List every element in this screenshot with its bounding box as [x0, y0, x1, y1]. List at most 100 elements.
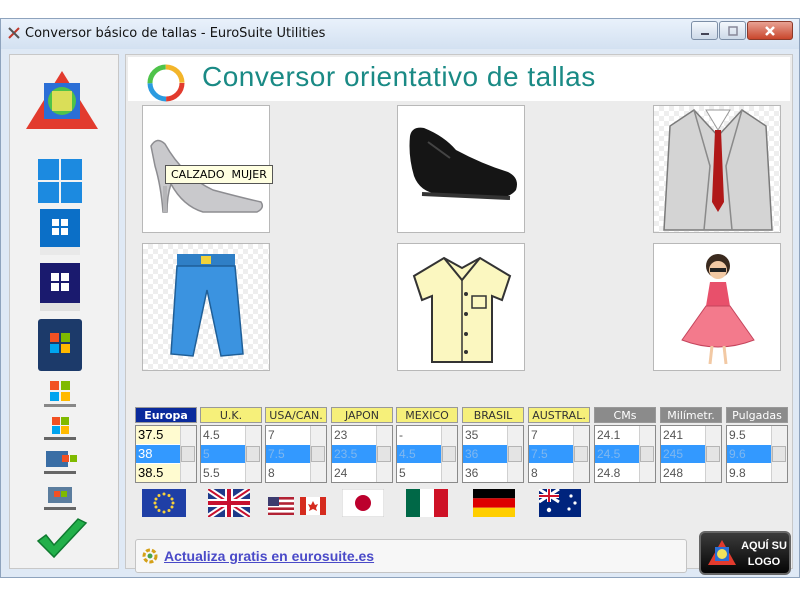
size-cell[interactable]: 24.8 [595, 464, 639, 482]
windows-10-icon[interactable] [38, 159, 82, 203]
size-list-milimetr[interactable]: 241 245 248 [660, 425, 722, 483]
col-header-brasil[interactable]: BRASIL [462, 407, 524, 423]
size-list-mexico[interactable]: - 4.5 5 [396, 425, 458, 483]
size-cell-selected[interactable]: 36 [463, 445, 507, 463]
tile-dress[interactable] [653, 243, 781, 371]
windows-7-compatible-icon[interactable] [38, 319, 82, 371]
scroll-thumb[interactable] [640, 446, 654, 462]
window-title: Conversor básico de tallas - EuroSuite U… [25, 26, 326, 41]
size-list-cms[interactable]: 24.1 24.5 24.8 [594, 425, 656, 483]
scroll-thumb[interactable] [181, 446, 195, 462]
checkmark-icon[interactable] [34, 517, 90, 561]
tools-icon [8, 27, 20, 39]
size-list-usa-can[interactable]: 7 7.5 8 [265, 425, 327, 483]
page-title: Conversor orientativo de tallas [202, 61, 596, 92]
size-cell[interactable]: 248 [661, 464, 705, 482]
size-cell[interactable]: 7 [266, 426, 310, 444]
size-cell[interactable]: 37.5 [136, 426, 180, 444]
col-header-uk[interactable]: U.K. [200, 407, 262, 423]
size-cell-selected[interactable]: 7.5 [266, 445, 310, 463]
close-icon [765, 25, 775, 36]
size-cell[interactable]: 4.5 [201, 426, 245, 444]
update-icon [142, 548, 158, 564]
size-cell[interactable]: - [397, 426, 441, 444]
size-cell[interactable]: 36 [463, 464, 507, 482]
windows-98-icon[interactable] [40, 485, 80, 515]
size-cell[interactable]: 24 [332, 464, 376, 482]
size-cell[interactable]: 23 [332, 426, 376, 444]
size-cell[interactable]: 5.5 [201, 464, 245, 482]
size-cell-selected[interactable]: 7.5 [529, 445, 573, 463]
size-cell[interactable]: 5 [397, 464, 441, 482]
size-cell[interactable]: 35 [463, 426, 507, 444]
update-link[interactable]: Actualiza gratis en eurosuite.es [164, 548, 374, 564]
app-logo-icon[interactable] [24, 69, 100, 133]
size-list-japon[interactable]: 23 23.5 24 [331, 425, 393, 483]
scroll-thumb[interactable] [246, 446, 260, 462]
scroll-thumb[interactable] [377, 446, 391, 462]
scroll-thumb[interactable] [706, 446, 720, 462]
col-header-milimetr[interactable]: Milímetr. [660, 407, 722, 423]
scroll-thumb[interactable] [508, 446, 522, 462]
tile-shirt[interactable] [397, 243, 525, 371]
size-cell[interactable]: 7 [529, 426, 573, 444]
size-cell[interactable]: 8 [529, 464, 573, 482]
shirt-icon [412, 256, 512, 363]
close-button[interactable] [747, 21, 793, 40]
col-header-mexico[interactable]: MEXICO [396, 407, 458, 423]
size-list-austral[interactable]: 7 7.5 8 [528, 425, 590, 483]
title-bar[interactable]: Conversor básico de tallas - EuroSuite U… [1, 19, 799, 49]
mexico-flag-icon[interactable] [406, 489, 448, 517]
tile-mens-shoes[interactable] [397, 105, 525, 233]
japan-flag-icon[interactable] [342, 489, 384, 517]
size-cell[interactable]: 38.5 [136, 464, 180, 482]
size-cell-selected[interactable]: 23.5 [332, 445, 376, 463]
col-mexico: MEXICO - 4.5 5 [396, 407, 458, 483]
col-header-pulgadas[interactable]: Pulgadas [726, 407, 788, 423]
scroll-thumb[interactable] [311, 446, 325, 462]
windows-8-compatible-icon[interactable] [40, 263, 80, 311]
custom-logo-button[interactable]: AQUÍ SU LOGO [699, 531, 791, 575]
col-header-cms[interactable]: CMs [594, 407, 656, 423]
maximize-icon [727, 25, 738, 36]
tile-suit[interactable] [653, 105, 781, 233]
size-cell-selected[interactable]: 4.5 [397, 445, 441, 463]
size-cell[interactable]: 24.1 [595, 426, 639, 444]
size-cell[interactable]: 241 [661, 426, 705, 444]
col-header-usa-can[interactable]: USA/CAN. [265, 407, 327, 423]
size-cell[interactable]: 9.8 [727, 464, 771, 482]
germany-flag-icon[interactable] [473, 489, 515, 517]
scroll-thumb[interactable] [574, 446, 588, 462]
uk-flag-icon[interactable] [208, 489, 250, 517]
size-cell[interactable]: 8 [266, 464, 310, 482]
size-list-brasil[interactable]: 35 36 36 [462, 425, 524, 483]
col-header-europa[interactable]: Europa [135, 407, 197, 423]
maximize-button[interactable] [719, 21, 746, 40]
col-austral: AUSTRAL. 7 7.5 8 [528, 407, 590, 483]
size-list-europa[interactable]: 37.5 38 38.5 [135, 425, 197, 483]
size-cell-selected[interactable]: 9.6 [727, 445, 771, 463]
usa-canada-flags-icon[interactable] [268, 493, 326, 521]
size-cell-selected[interactable]: 245 [661, 445, 705, 463]
col-header-japon[interactable]: JAPON [331, 407, 393, 423]
size-cell-selected[interactable]: 5 [201, 445, 245, 463]
windows-2000-icon[interactable] [40, 449, 80, 479]
header: Conversor orientativo de tallas [128, 57, 790, 102]
windows-10-compatible-icon[interactable] [40, 209, 80, 255]
size-cell[interactable]: 9.5 [727, 426, 771, 444]
minimize-icon [700, 32, 709, 35]
tile-jeans[interactable] [142, 243, 270, 371]
size-cell-selected[interactable]: 38 [136, 445, 180, 463]
scroll-thumb[interactable] [772, 446, 786, 462]
size-cell-selected[interactable]: 24.5 [595, 445, 639, 463]
scroll-thumb[interactable] [442, 446, 456, 462]
size-list-pulgadas[interactable]: 9.5 9.6 9.8 [726, 425, 788, 483]
size-list-uk[interactable]: 4.5 5 5.5 [200, 425, 262, 483]
windows-vista-icon[interactable] [40, 379, 80, 409]
logo-button-label: AQUÍ SU LOGO [741, 540, 787, 568]
minimize-button[interactable] [691, 21, 718, 40]
eu-flag-icon[interactable] [142, 489, 186, 517]
col-header-austral[interactable]: AUSTRAL. [528, 407, 590, 423]
australia-flag-icon[interactable] [539, 489, 581, 517]
windows-xp-icon[interactable] [40, 415, 80, 443]
